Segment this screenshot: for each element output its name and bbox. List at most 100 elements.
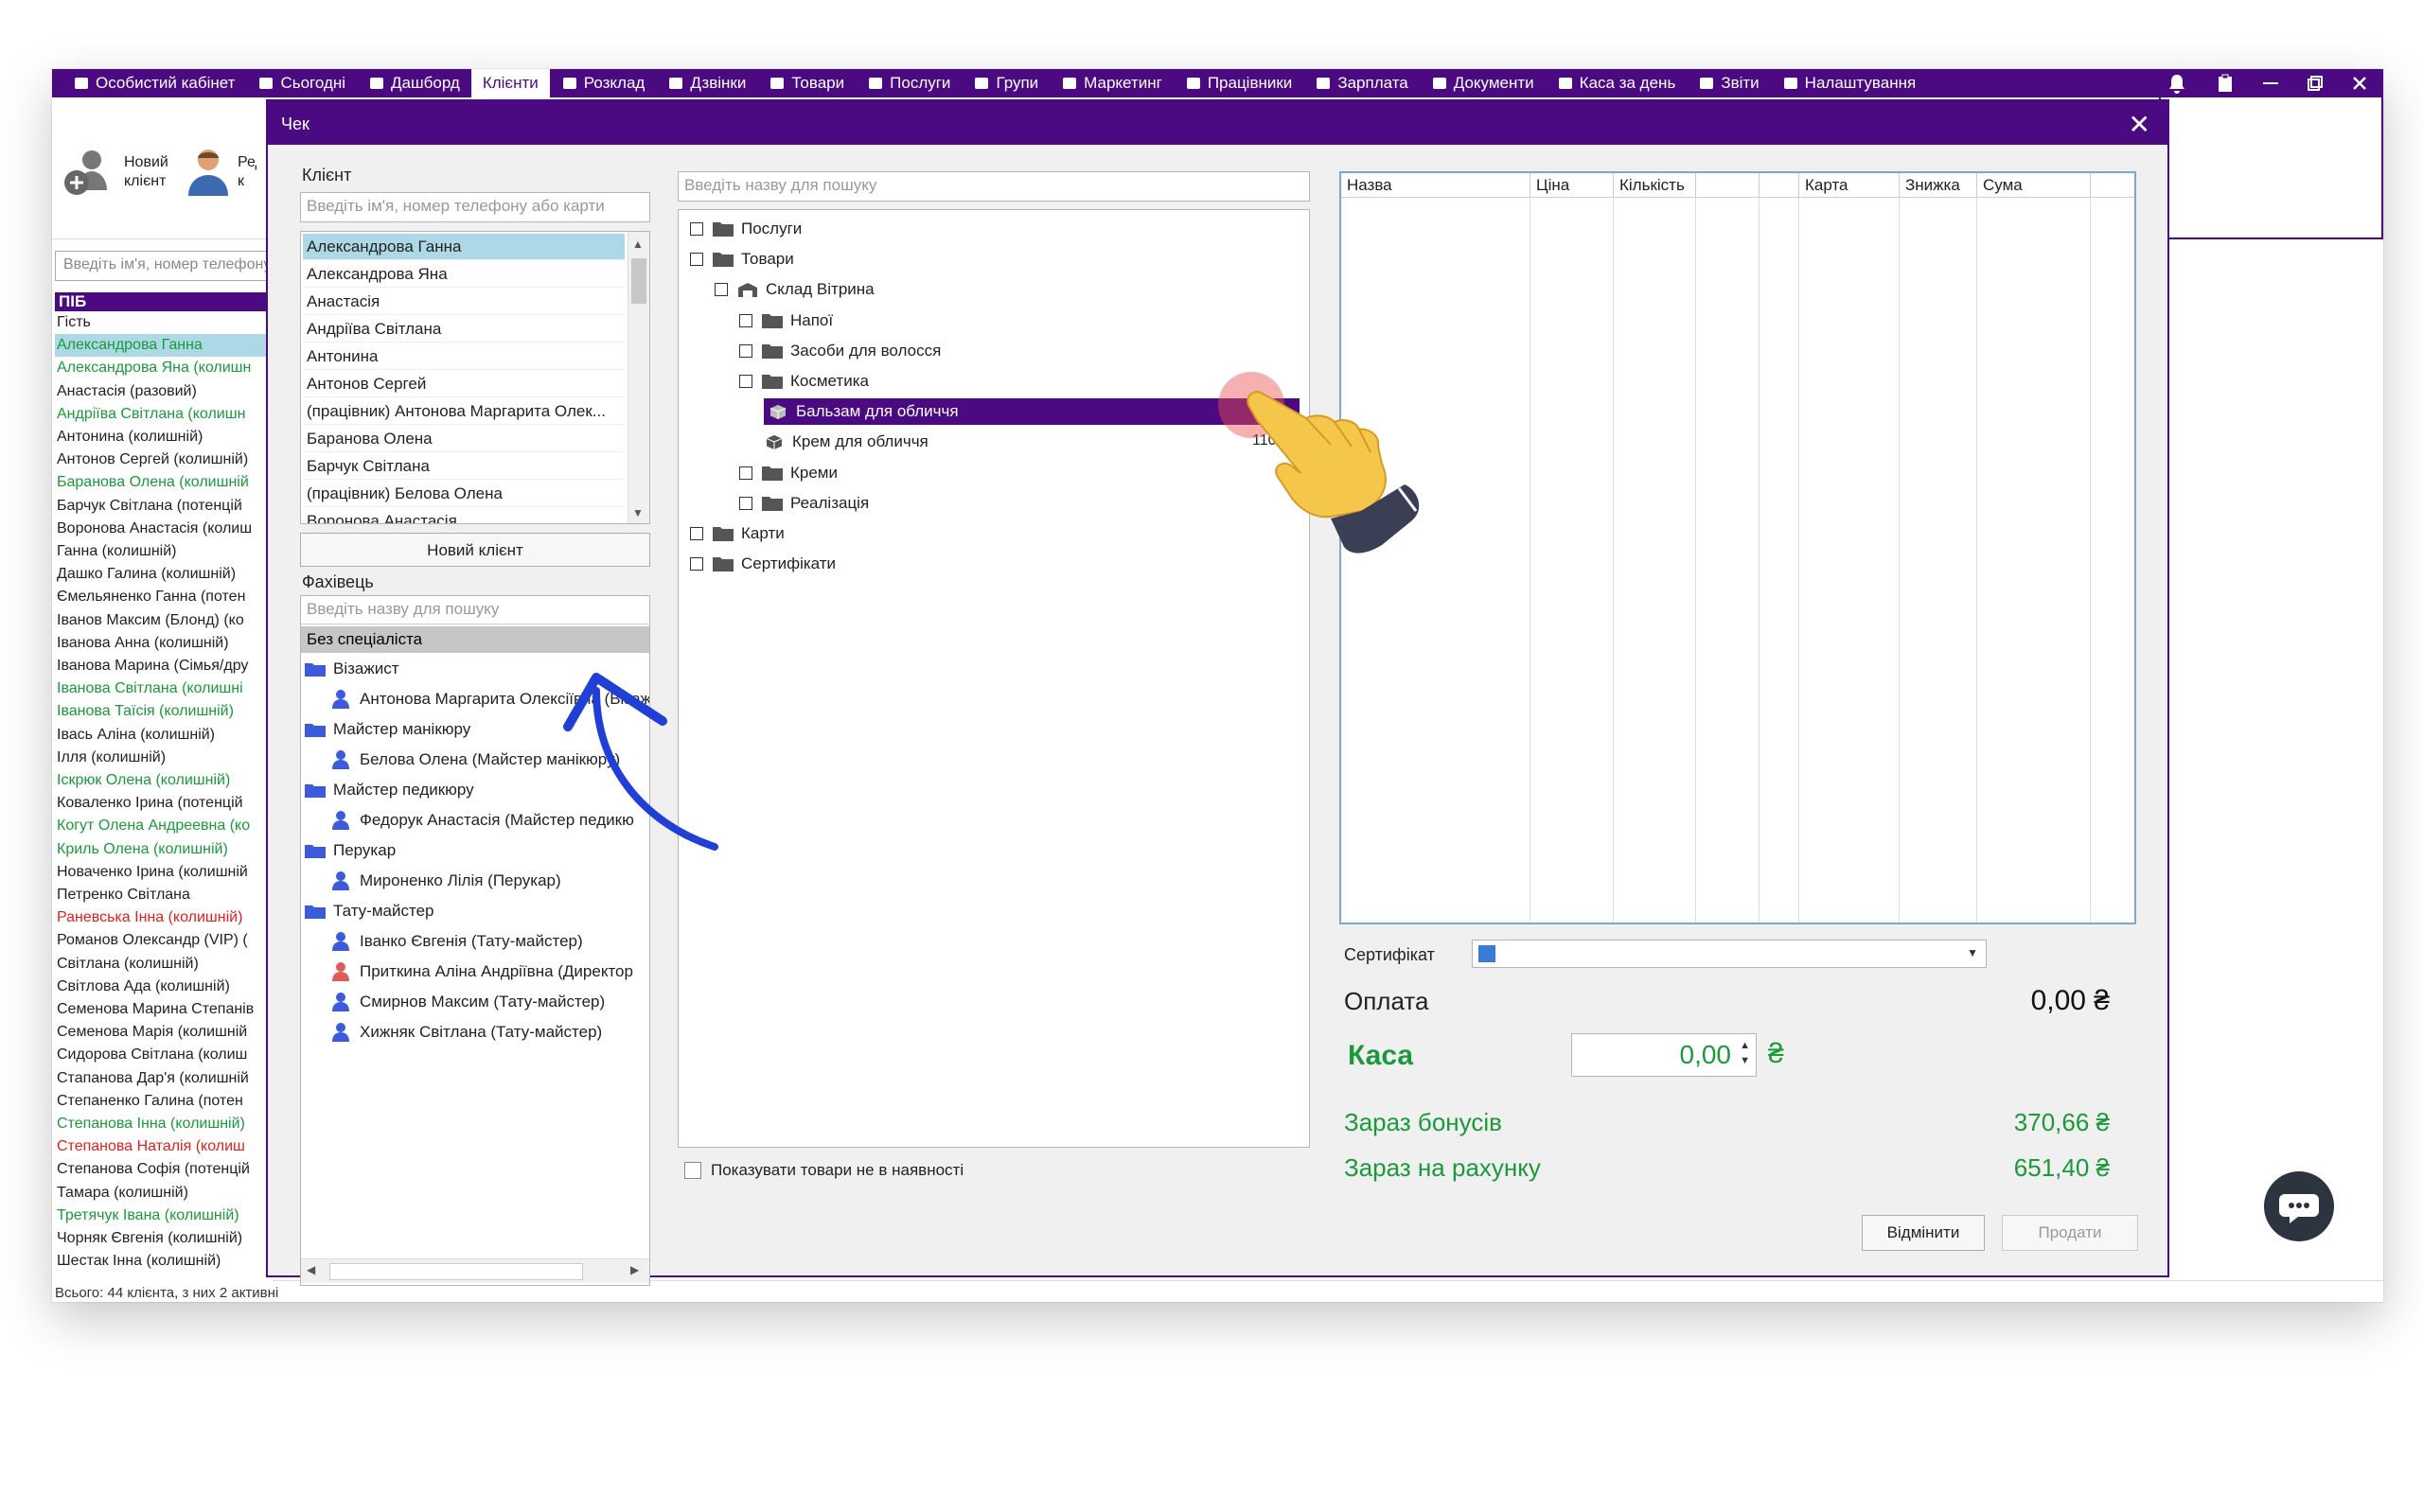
bg-client-row[interactable]: Александрова Яна (колишн (55, 357, 273, 379)
scroll-down-icon[interactable]: ▼ (632, 506, 644, 519)
bg-client-row[interactable]: Світлана (колишній) (55, 953, 273, 976)
specialist-group[interactable]: Тату-майстер (305, 897, 433, 925)
bg-client-row[interactable]: Тамара (колишній) (55, 1182, 273, 1204)
expand-toggle[interactable] (739, 313, 752, 327)
scroll-up-icon[interactable]: ▲ (632, 237, 644, 251)
table-column-header[interactable]: Ціна (1530, 173, 1614, 198)
bg-client-row[interactable]: Баранова Олена (колишній (55, 471, 273, 494)
scroll-right-icon[interactable]: ▶ (630, 1263, 639, 1276)
expand-toggle[interactable] (690, 527, 703, 540)
specialist-item[interactable]: Іванко Євгенія (Тату-майстер) (331, 927, 583, 956)
table-column-header[interactable]: Сума (1977, 173, 2091, 198)
bg-client-row[interactable]: Когут Олена Андреевна (ко (55, 815, 273, 837)
client-list-item[interactable]: (працівник) Антонова Маргарита Олек... (303, 398, 625, 425)
expand-toggle[interactable] (690, 253, 703, 267)
nav-item-12[interactable]: Документи (1420, 69, 1546, 97)
expand-toggle[interactable] (690, 557, 703, 571)
bg-client-row[interactable]: Ганна (колишній) (55, 540, 273, 563)
client-list-item[interactable]: Андріїва Світлана (303, 316, 625, 343)
client-list-item[interactable]: Анастасія (303, 289, 625, 315)
tree-node[interactable]: Карти (690, 520, 785, 547)
expand-toggle[interactable] (739, 343, 752, 358)
new-client-button[interactable]: Новий клієнт (300, 533, 650, 567)
client-list-item[interactable]: Александрова Ганна (303, 234, 625, 260)
table-column-header[interactable]: Назва (1341, 173, 1530, 198)
tree-node[interactable]: Склад Вітрина (715, 276, 875, 303)
bg-client-row[interactable]: Семенова Марія (колишній (55, 1021, 273, 1044)
bg-client-row[interactable]: Степанова Наталія (колиш (55, 1135, 273, 1158)
table-column-header[interactable]: Знижка (1900, 173, 1977, 198)
client-list-item[interactable]: Александрова Яна (303, 261, 625, 288)
tree-node[interactable]: Послуги (690, 216, 802, 242)
bg-client-row[interactable]: Іванова Анна (колишній) (55, 632, 273, 655)
bg-client-row[interactable]: Семенова Марина Степанів (55, 998, 273, 1021)
show-out-of-stock-checkbox[interactable]: Показувати товари не в наявності (684, 1161, 964, 1180)
bg-client-row[interactable]: Петренко Світлана (55, 884, 273, 906)
cash-spinner[interactable]: ▲ ▼ (1740, 1038, 1750, 1068)
table-column-header[interactable]: Кількість (1614, 173, 1696, 198)
bell-icon[interactable] (2167, 69, 2186, 97)
close-icon[interactable]: ✕ (2129, 109, 2150, 140)
bg-client-row[interactable]: Барчук Світлана (потенцій (55, 495, 273, 518)
edit-client-toolbar-button[interactable]: Ред к (185, 147, 256, 198)
hscrollbar-thumb[interactable] (329, 1263, 583, 1280)
restore-icon[interactable] (2308, 69, 2323, 97)
goods-search-input[interactable]: Введіть назву для пошуку (678, 171, 1310, 202)
tree-node[interactable]: Товари (690, 246, 794, 273)
bg-client-row[interactable]: Антонов Сергей (колишній) (55, 448, 273, 471)
bg-client-row[interactable]: Анастасія (разовий) (55, 380, 273, 403)
specialist-group[interactable]: Перукар (305, 836, 396, 865)
client-list-item[interactable]: Антонина (303, 343, 625, 370)
tree-node[interactable]: Креми (739, 460, 838, 486)
nav-item-6[interactable]: Товари (757, 69, 856, 97)
specialist-none-item[interactable]: Без спеціаліста (301, 626, 649, 653)
bg-client-row[interactable]: Світлова Ада (колишній) (55, 976, 273, 998)
sell-button[interactable]: Продати (2002, 1215, 2138, 1251)
nav-item-10[interactable]: Працівники (1174, 69, 1304, 97)
bg-client-row[interactable]: Гість (55, 311, 273, 334)
table-column-header[interactable] (1696, 173, 1760, 198)
checkbox-box[interactable] (684, 1162, 701, 1179)
nav-item-2[interactable]: Дашборд (357, 69, 471, 97)
certificate-select[interactable]: ▼ (1472, 940, 1987, 968)
scroll-left-icon[interactable]: ◀ (307, 1263, 315, 1276)
chat-bubble-button[interactable] (2264, 1171, 2334, 1241)
bg-client-row[interactable]: Стапанова Дар'я (колишній (55, 1067, 273, 1090)
client-listbox[interactable]: Александрова Ганна Александрова Яна Анаста… (300, 231, 650, 524)
nav-item-0[interactable]: Особистий кабінет (62, 69, 246, 97)
nav-item-14[interactable]: Звіти (1687, 69, 1770, 97)
client-list-item[interactable]: (працівник) Белова Олена (303, 481, 625, 507)
bg-client-row[interactable]: Раневська Інна (колишній) (55, 906, 273, 929)
cash-value[interactable]: 0,00 (1680, 1040, 1732, 1070)
bg-client-row[interactable]: Новаченко Ірина (колишній (55, 861, 273, 884)
bg-client-row[interactable]: Антонина (колишній) (55, 426, 273, 448)
tree-node[interactable]: Косметика (739, 368, 869, 395)
bg-client-row[interactable]: Дашко Галина (колишній) (55, 563, 273, 586)
bg-client-row[interactable]: Степанова Софія (потенцій (55, 1158, 273, 1181)
bg-client-row[interactable]: Ємельяненко Ганна (потен (55, 586, 273, 608)
expand-toggle[interactable] (739, 375, 752, 388)
chevron-down-icon[interactable]: ▼ (1967, 946, 1978, 959)
nav-item-3[interactable]: Клієнти (470, 69, 550, 97)
nav-item-13[interactable]: Каса за день (1546, 69, 1688, 97)
nav-item-7[interactable]: Послуги (856, 69, 962, 97)
bg-client-row[interactable]: Іванова Марина (Сімья/дру (55, 655, 273, 677)
specialist-search-input[interactable]: Введіть назву для пошуку (301, 596, 649, 624)
bg-client-search-input[interactable]: Введіть ім'я, номер телефону (55, 251, 268, 281)
cash-input[interactable]: 0,00 ▲ ▼ (1571, 1033, 1757, 1077)
bg-client-row[interactable]: Іванов Максим (Блонд) (ко (55, 609, 273, 632)
nav-item-9[interactable]: Маркетинг (1050, 69, 1174, 97)
nav-item-11[interactable]: Зарплата (1303, 69, 1419, 97)
expand-toggle[interactable] (715, 283, 728, 297)
tree-node[interactable]: Реалізація (739, 490, 869, 517)
bg-client-row[interactable]: Іванова Таїсія (колишній) (55, 700, 273, 723)
bg-client-row[interactable]: Сидорова Світлана (колиш (55, 1044, 273, 1066)
bg-client-row[interactable]: Іванова Світлана (колишні (55, 677, 273, 700)
bg-client-row[interactable]: Коваленко Ірина (потенцій (55, 792, 273, 815)
specialist-item[interactable]: Приткина Аліна Андріївна (Директор (331, 958, 633, 986)
bg-client-row[interactable]: Шестак Інна (колишній) (55, 1250, 273, 1273)
specialist-group[interactable]: Візажист (305, 655, 399, 683)
tree-node[interactable]: Крем для обличчя (764, 429, 929, 455)
client-list-item[interactable]: Баранова Олена (303, 426, 625, 452)
receipt-table[interactable]: Назва Ціна Кількість Карта Знижка Сума (1339, 171, 2136, 924)
